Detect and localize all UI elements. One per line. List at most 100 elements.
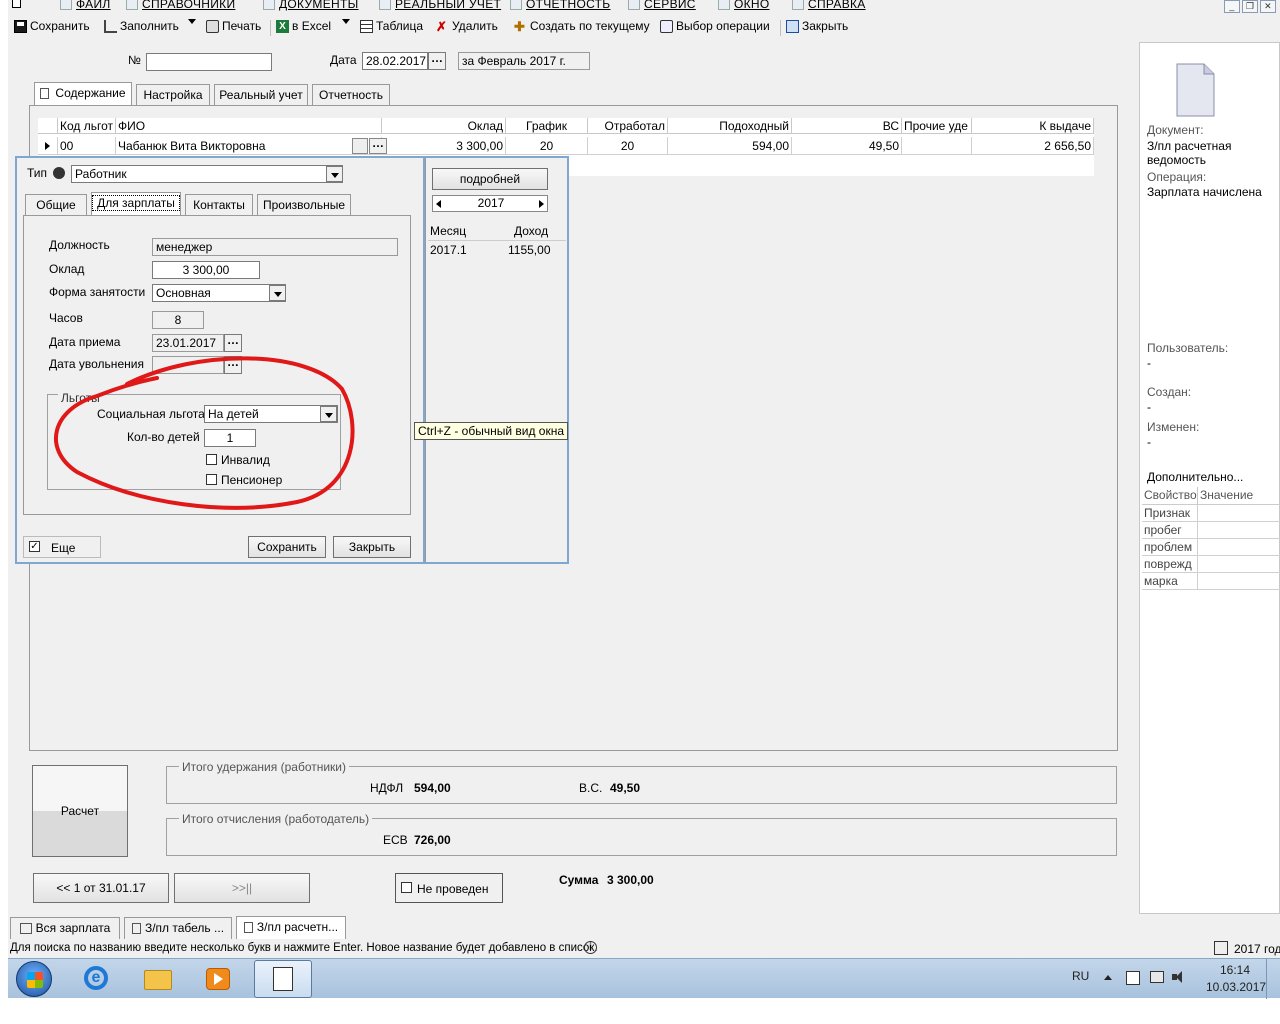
prev-document-button[interactable]: << 1 от 31.01.17 [33, 873, 169, 903]
app-icon[interactable] [12, 0, 21, 8]
number-input[interactable] [146, 53, 272, 71]
value-col-header[interactable]: Значение [1198, 487, 1280, 505]
explorer-taskbar-icon[interactable] [140, 962, 176, 996]
hire-date-field[interactable]: 23.01.2017 [152, 334, 224, 352]
col-vs[interactable]: ВС [792, 118, 902, 134]
tab-content[interactable]: Содержание [34, 82, 132, 106]
calculate-button[interactable]: Расчет [32, 765, 128, 857]
popup-save-button[interactable]: Сохранить [248, 536, 326, 558]
edit-card-icon[interactable] [352, 138, 368, 154]
cell-prochie[interactable] [902, 137, 972, 155]
popup-close-button[interactable]: Закрыть [333, 536, 411, 558]
cell-code[interactable]: 00 [58, 137, 116, 155]
menu-help[interactable]: СПРАВКА [792, 0, 866, 11]
next-year-icon[interactable] [539, 200, 544, 208]
extra-link[interactable]: Дополнительно... [1147, 470, 1243, 484]
date-picker-button[interactable]: … [428, 52, 446, 70]
app-window: ФАЙЛ СПРАВОЧНИКИ ДОКУМЕНТЫ РЕАЛЬНЫЙ УЧЕТ… [8, 0, 1280, 958]
save-toolbar-button[interactable]: Сохранить [14, 19, 90, 33]
tab-for-salary[interactable]: Для зарплаты [91, 192, 181, 216]
ie-taskbar-icon[interactable]: e [78, 962, 114, 996]
window-tab-payroll[interactable]: З/пл расчетн... [236, 916, 346, 939]
clock-time[interactable]: 16:14 [1220, 963, 1250, 977]
hours-field[interactable]: 8 [152, 311, 204, 329]
cell-k-vydache[interactable]: 2 656,50 [972, 137, 1094, 155]
cell-otrabotal[interactable]: 20 [588, 137, 668, 155]
col-code[interactable]: Код льгот [58, 118, 116, 134]
next-document-button[interactable]: >>|| [174, 873, 310, 903]
table-row[interactable]: поврежд [1142, 556, 1198, 573]
menu-real-accounting[interactable]: РЕАЛЬНЫЙ УЧЕТ [379, 0, 501, 11]
hire-date-picker-button[interactable]: … [224, 334, 242, 352]
tab-settings[interactable]: Настройка [136, 84, 210, 106]
language-indicator[interactable]: RU [1072, 969, 1089, 983]
window-tab-timesheet[interactable]: З/пл табель ... [124, 917, 232, 939]
salary-input[interactable]: 3 300,00 [152, 261, 260, 279]
close-toolbar-button[interactable]: Закрыть [786, 19, 848, 33]
clock-date[interactable]: 10.03.2017 [1206, 980, 1266, 994]
col-k-vydache[interactable]: К выдаче [972, 118, 1094, 134]
tray-expand-icon[interactable] [1104, 975, 1112, 980]
menu-file[interactable]: ФАЙЛ [60, 0, 111, 11]
col-fio[interactable]: ФИО [116, 118, 382, 134]
create-from-current-button[interactable]: ✚ Создать по текущему [514, 19, 650, 33]
tab-general[interactable]: Общие [25, 194, 87, 216]
app-taskbar-button[interactable] [254, 960, 312, 998]
col-otrabotal[interactable]: Отработал [588, 118, 668, 134]
prop-col-header[interactable]: Свойство [1142, 487, 1198, 505]
close-window-icon[interactable]: ✕ [1260, 0, 1276, 13]
menu-window[interactable]: ОКНО [718, 0, 770, 11]
table-row[interactable]: марка [1142, 573, 1198, 590]
details-button[interactable]: подробней [432, 168, 548, 190]
fill-toolbar-button[interactable]: Заполнить [104, 19, 179, 33]
network-icon[interactable] [1150, 971, 1164, 983]
more-checkbox[interactable]: ✓ [29, 541, 40, 552]
menu-directories[interactable]: СПРАВОЧНИКИ [126, 0, 235, 11]
start-button[interactable] [16, 961, 52, 997]
tab-reporting[interactable]: Отчетность [312, 84, 390, 106]
posted-checkbox[interactable] [401, 882, 412, 893]
restore-icon[interactable]: ❐ [1242, 0, 1258, 13]
employment-dropdown-arrow[interactable] [269, 285, 286, 301]
tab-custom[interactable]: Произвольные [257, 194, 351, 216]
cell-vs[interactable]: 49,50 [792, 137, 902, 155]
col-grafik[interactable]: График [506, 118, 588, 134]
tab-contacts[interactable]: Контакты [185, 194, 253, 216]
col-prochie[interactable]: Прочие уде [902, 118, 972, 134]
operation-label: Операция: [1147, 170, 1207, 184]
cell-podohodny[interactable]: 594,00 [668, 137, 792, 155]
cell-oklad[interactable]: 3 300,00 [382, 137, 506, 155]
col-oklad[interactable]: Оклад [382, 118, 506, 134]
choose-operation-button[interactable]: Выбор операции [660, 19, 770, 33]
table-row[interactable]: проблем [1142, 539, 1198, 556]
prev-year-icon[interactable] [436, 200, 441, 208]
volume-icon[interactable] [1172, 971, 1186, 983]
type-select[interactable]: Работник [71, 165, 343, 183]
minimize-icon[interactable]: _ [1224, 0, 1240, 13]
cell-fio[interactable]: Чабанюк Вита Викторовна [116, 137, 382, 155]
table-toolbar-button[interactable]: Таблица [360, 19, 423, 33]
tab-real-accounting[interactable]: Реальный учет [214, 84, 308, 106]
media-player-taskbar-icon[interactable] [200, 962, 236, 996]
menu-reporting[interactable]: ОТЧЕТНОСТЬ [510, 0, 610, 11]
table-row[interactable]: пробег [1142, 522, 1198, 539]
delete-toolbar-button[interactable]: ✗ Удалить [436, 19, 498, 33]
cell-grafik[interactable]: 20 [506, 137, 588, 155]
date-label: Дата [330, 53, 357, 67]
excel-dropdown-arrow[interactable] [342, 19, 350, 24]
fill-dropdown-arrow[interactable] [188, 19, 196, 24]
table-row[interactable]: Признак [1142, 505, 1198, 522]
excel-toolbar-button[interactable]: X в Excel [276, 19, 331, 33]
year-spinner[interactable]: 2017 [432, 195, 548, 212]
menu-service[interactable]: СЕРВИС [628, 0, 696, 11]
type-dropdown-arrow[interactable] [326, 166, 343, 182]
action-center-icon[interactable] [1126, 971, 1140, 985]
col-podohodny[interactable]: Подоходный [668, 118, 792, 134]
window-tab-all-salary[interactable]: Вся зарплата [10, 917, 120, 939]
date-input[interactable]: 28.02.2017 [362, 52, 428, 70]
employment-select[interactable]: Основная [152, 284, 286, 302]
menu-documents[interactable]: ДОКУМЕНТЫ [263, 0, 359, 11]
print-toolbar-button[interactable]: Печать [206, 19, 261, 33]
position-field[interactable]: менеджер [152, 238, 398, 256]
show-desktop-button[interactable] [1266, 959, 1280, 999]
